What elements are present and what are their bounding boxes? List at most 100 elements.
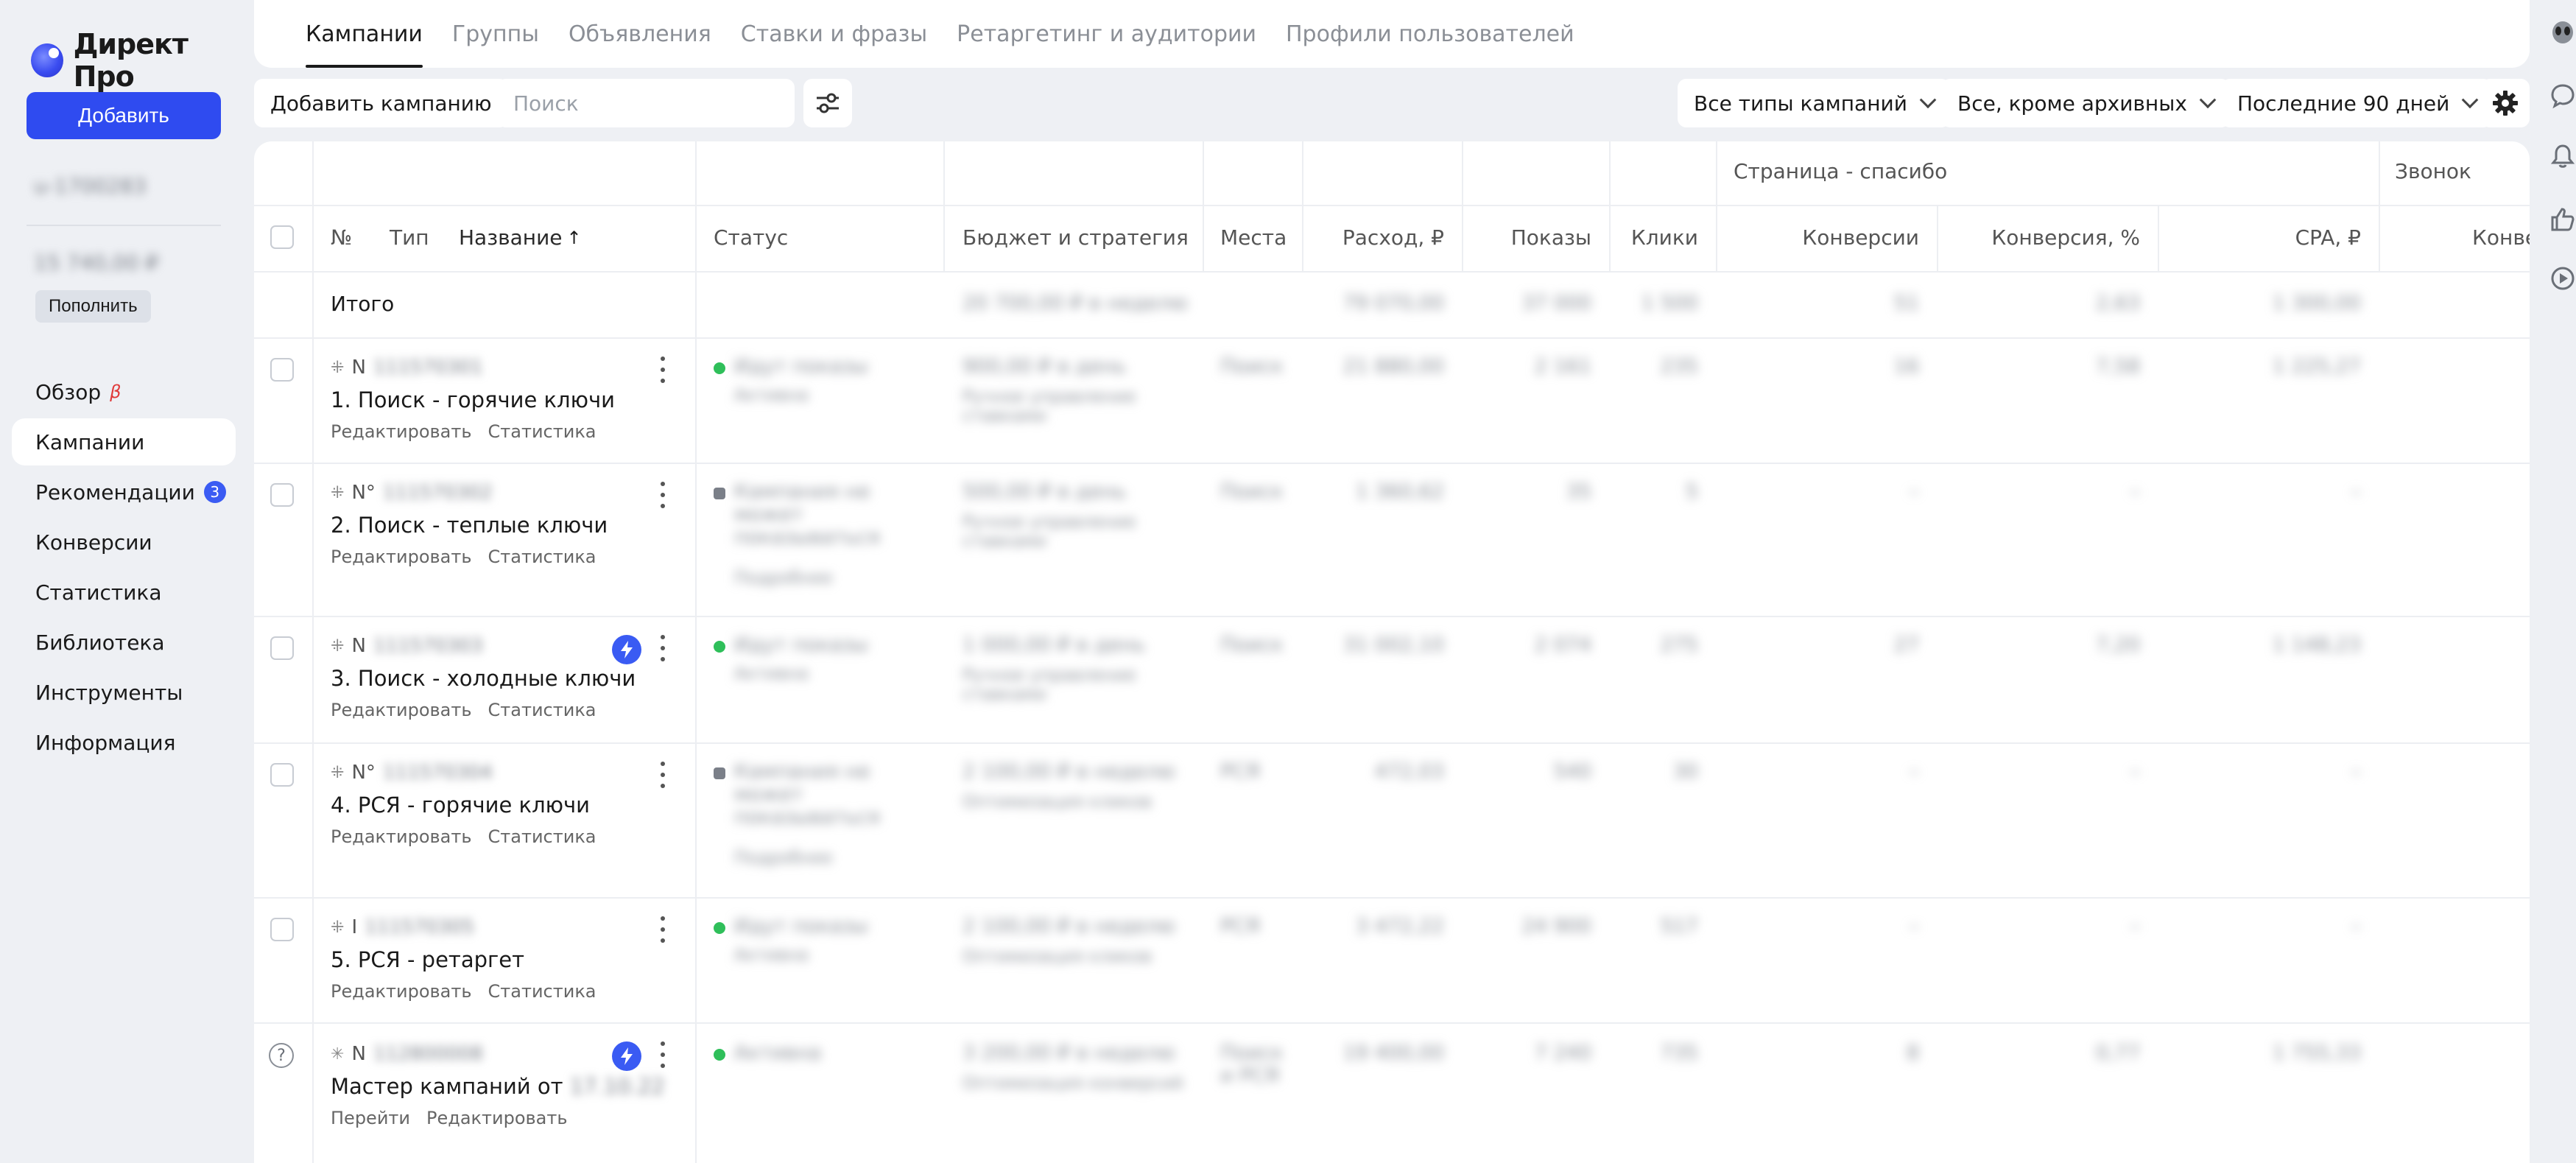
col-header-conv-rate[interactable]: Конверсия, % xyxy=(1937,225,2140,250)
edit-link[interactable]: Редактировать xyxy=(426,1108,568,1128)
campaign-id-prefix: I xyxy=(351,916,358,938)
autotargeting-bolt-icon[interactable] xyxy=(612,1041,641,1071)
more-icon[interactable] xyxy=(659,1041,666,1068)
sidebar-item-info[interactable]: Информация xyxy=(12,719,236,766)
col-header-name[interactable]: Название ↑ xyxy=(459,225,582,250)
statistics-link[interactable]: Статистика xyxy=(488,700,597,720)
edit-link[interactable]: Редактировать xyxy=(331,421,472,442)
campaign-strategy: Ручное управление ставками xyxy=(963,387,1136,426)
edit-link[interactable]: Редактировать xyxy=(331,700,472,720)
sidebar-item-conversions[interactable]: Конверсии xyxy=(12,519,236,566)
campaign-cpa: – xyxy=(2351,915,2362,938)
campaign-links: Редактировать Статистика xyxy=(331,700,597,720)
row-checkbox[interactable] xyxy=(270,636,294,660)
col-header-status[interactable]: Статус xyxy=(714,225,788,250)
campaign-name[interactable]: 3. Поиск - холодные ключи xyxy=(331,666,636,691)
settings-button[interactable] xyxy=(2481,79,2530,127)
campaign-name[interactable]: Мастер кампаний от 17.10.22 xyxy=(331,1074,665,1099)
col-header-budget[interactable]: Бюджет и стратегия xyxy=(963,225,1189,250)
bell-icon[interactable] xyxy=(2549,143,2576,169)
period-select[interactable]: Последние 90 дней xyxy=(2221,79,2493,127)
row-checkbox[interactable] xyxy=(270,918,294,941)
col-header-type[interactable]: Тип xyxy=(390,225,429,250)
sidebar-item-campaigns[interactable]: Кампании xyxy=(12,418,236,465)
add-campaign-button[interactable]: Добавить кампанию xyxy=(254,79,508,127)
tab-retargeting[interactable]: Ретаргетинг и аудитории xyxy=(957,0,1256,68)
more-icon[interactable] xyxy=(659,635,666,661)
logo[interactable]: Директ Про xyxy=(31,28,247,93)
col-header-conversions[interactable]: Конверсии xyxy=(1716,225,1919,250)
more-icon[interactable] xyxy=(659,762,666,788)
sidebar-item-recommendations[interactable]: Рекомендации 3 xyxy=(12,468,236,516)
chat-icon[interactable] xyxy=(2549,82,2576,109)
campaign-conv-rate: – xyxy=(2130,480,2141,503)
sidebar-item-library[interactable]: Библиотека xyxy=(12,619,236,666)
select-all-checkbox[interactable] xyxy=(270,225,294,249)
sidebar-item-label: Кампании xyxy=(35,429,145,454)
campaign-cpa: – xyxy=(2351,480,2362,503)
campaign-places: РСЯ xyxy=(1220,915,1260,938)
tab-user-profiles[interactable]: Профили пользователей xyxy=(1286,0,1574,68)
thumbs-up-icon[interactable] xyxy=(2549,206,2576,233)
filters-button[interactable] xyxy=(803,79,852,127)
search-input[interactable]: Поиск xyxy=(497,79,795,127)
col-header-clicks[interactable]: Клики xyxy=(1609,225,1698,250)
sidebar-item-tools[interactable]: Инструменты xyxy=(12,669,236,716)
campaign-state-select[interactable]: Все, кроме архивных xyxy=(1941,79,2230,127)
col-header-cpa[interactable]: CPA, ₽ xyxy=(2158,225,2361,250)
play-icon[interactable] xyxy=(2549,265,2576,292)
tab-ads[interactable]: Объявления xyxy=(569,0,711,68)
sidebar-item-overview[interactable]: Обзор β xyxy=(12,368,236,415)
row-checkbox[interactable] xyxy=(270,483,294,507)
campaign-id-number: 111570304 xyxy=(382,762,493,784)
edit-link[interactable]: Редактировать xyxy=(331,826,472,847)
col-header-places[interactable]: Места xyxy=(1220,225,1287,250)
col-header-shows[interactable]: Показы xyxy=(1462,225,1591,250)
add-button[interactable]: Добавить xyxy=(27,92,221,139)
totals-cpa: 1 300,00 xyxy=(2272,292,2361,315)
network-campaign-type-icon: ⁜ xyxy=(331,918,345,937)
open-link[interactable]: Перейти xyxy=(331,1108,410,1128)
campaign-id: ⁜ N 111570303 xyxy=(331,635,483,657)
campaign-type-select[interactable]: Все типы кампаний xyxy=(1678,79,1950,127)
tab-groups[interactable]: Группы xyxy=(452,0,539,68)
campaign-status-sub: Подробнее xyxy=(734,848,833,868)
col-header-conversions-2[interactable]: Конве xyxy=(2472,225,2530,250)
sidebar-item-statistics[interactable]: Статистика xyxy=(12,569,236,616)
tab-campaigns[interactable]: Кампании xyxy=(306,0,423,68)
more-icon[interactable] xyxy=(659,356,666,383)
campaign-budget: 2 100,00 ₽ в неделю xyxy=(963,915,1175,938)
status-dot-icon xyxy=(714,362,725,374)
col-header-number[interactable]: № xyxy=(331,225,352,250)
campaign-name[interactable]: 2. Поиск - теплые ключи xyxy=(331,513,608,538)
status-dot-icon xyxy=(714,641,725,653)
totals-budget: 20 700,00 ₽ в неделю xyxy=(963,292,1188,315)
campaign-name[interactable]: 5. РСЯ - ретаргет xyxy=(331,947,524,972)
statistics-link[interactable]: Статистика xyxy=(488,421,597,442)
statistics-link[interactable]: Статистика xyxy=(488,981,597,1002)
campaign-shows: 540 xyxy=(1553,760,1591,783)
campaign-name[interactable]: 4. РСЯ - горячие ключи xyxy=(331,793,590,818)
more-icon[interactable] xyxy=(659,482,666,508)
alien-assistant-icon[interactable] xyxy=(2549,19,2576,46)
row-checkbox[interactable] xyxy=(270,763,294,787)
campaign-name[interactable]: 1. Поиск - горячие ключи xyxy=(331,387,615,412)
campaign-clicks: 735 xyxy=(1660,1041,1698,1064)
topup-button[interactable]: Пополнить xyxy=(35,290,151,323)
campaign-spend: 3 472,22 xyxy=(1355,915,1444,938)
help-icon[interactable]: ? xyxy=(269,1043,294,1068)
statistics-link[interactable]: Статистика xyxy=(488,547,597,567)
campaign-conversions: 8 xyxy=(1906,1041,1919,1064)
autotargeting-bolt-icon[interactable] xyxy=(612,635,641,664)
row-checkbox[interactable] xyxy=(270,358,294,382)
campaign-id-number: 112800008 xyxy=(373,1043,483,1065)
tab-bids[interactable]: Ставки и фразы xyxy=(741,0,927,68)
campaign-conversions: 16 xyxy=(1893,355,1919,378)
col-header-spend[interactable]: Расход, ₽ xyxy=(1302,225,1444,250)
statistics-link[interactable]: Статистика xyxy=(488,826,597,847)
edit-link[interactable]: Редактировать xyxy=(331,981,472,1002)
more-icon[interactable] xyxy=(659,916,666,943)
campaign-status-sub: Подробнее xyxy=(734,569,833,588)
status-dot-icon xyxy=(714,488,725,499)
edit-link[interactable]: Редактировать xyxy=(331,547,472,567)
